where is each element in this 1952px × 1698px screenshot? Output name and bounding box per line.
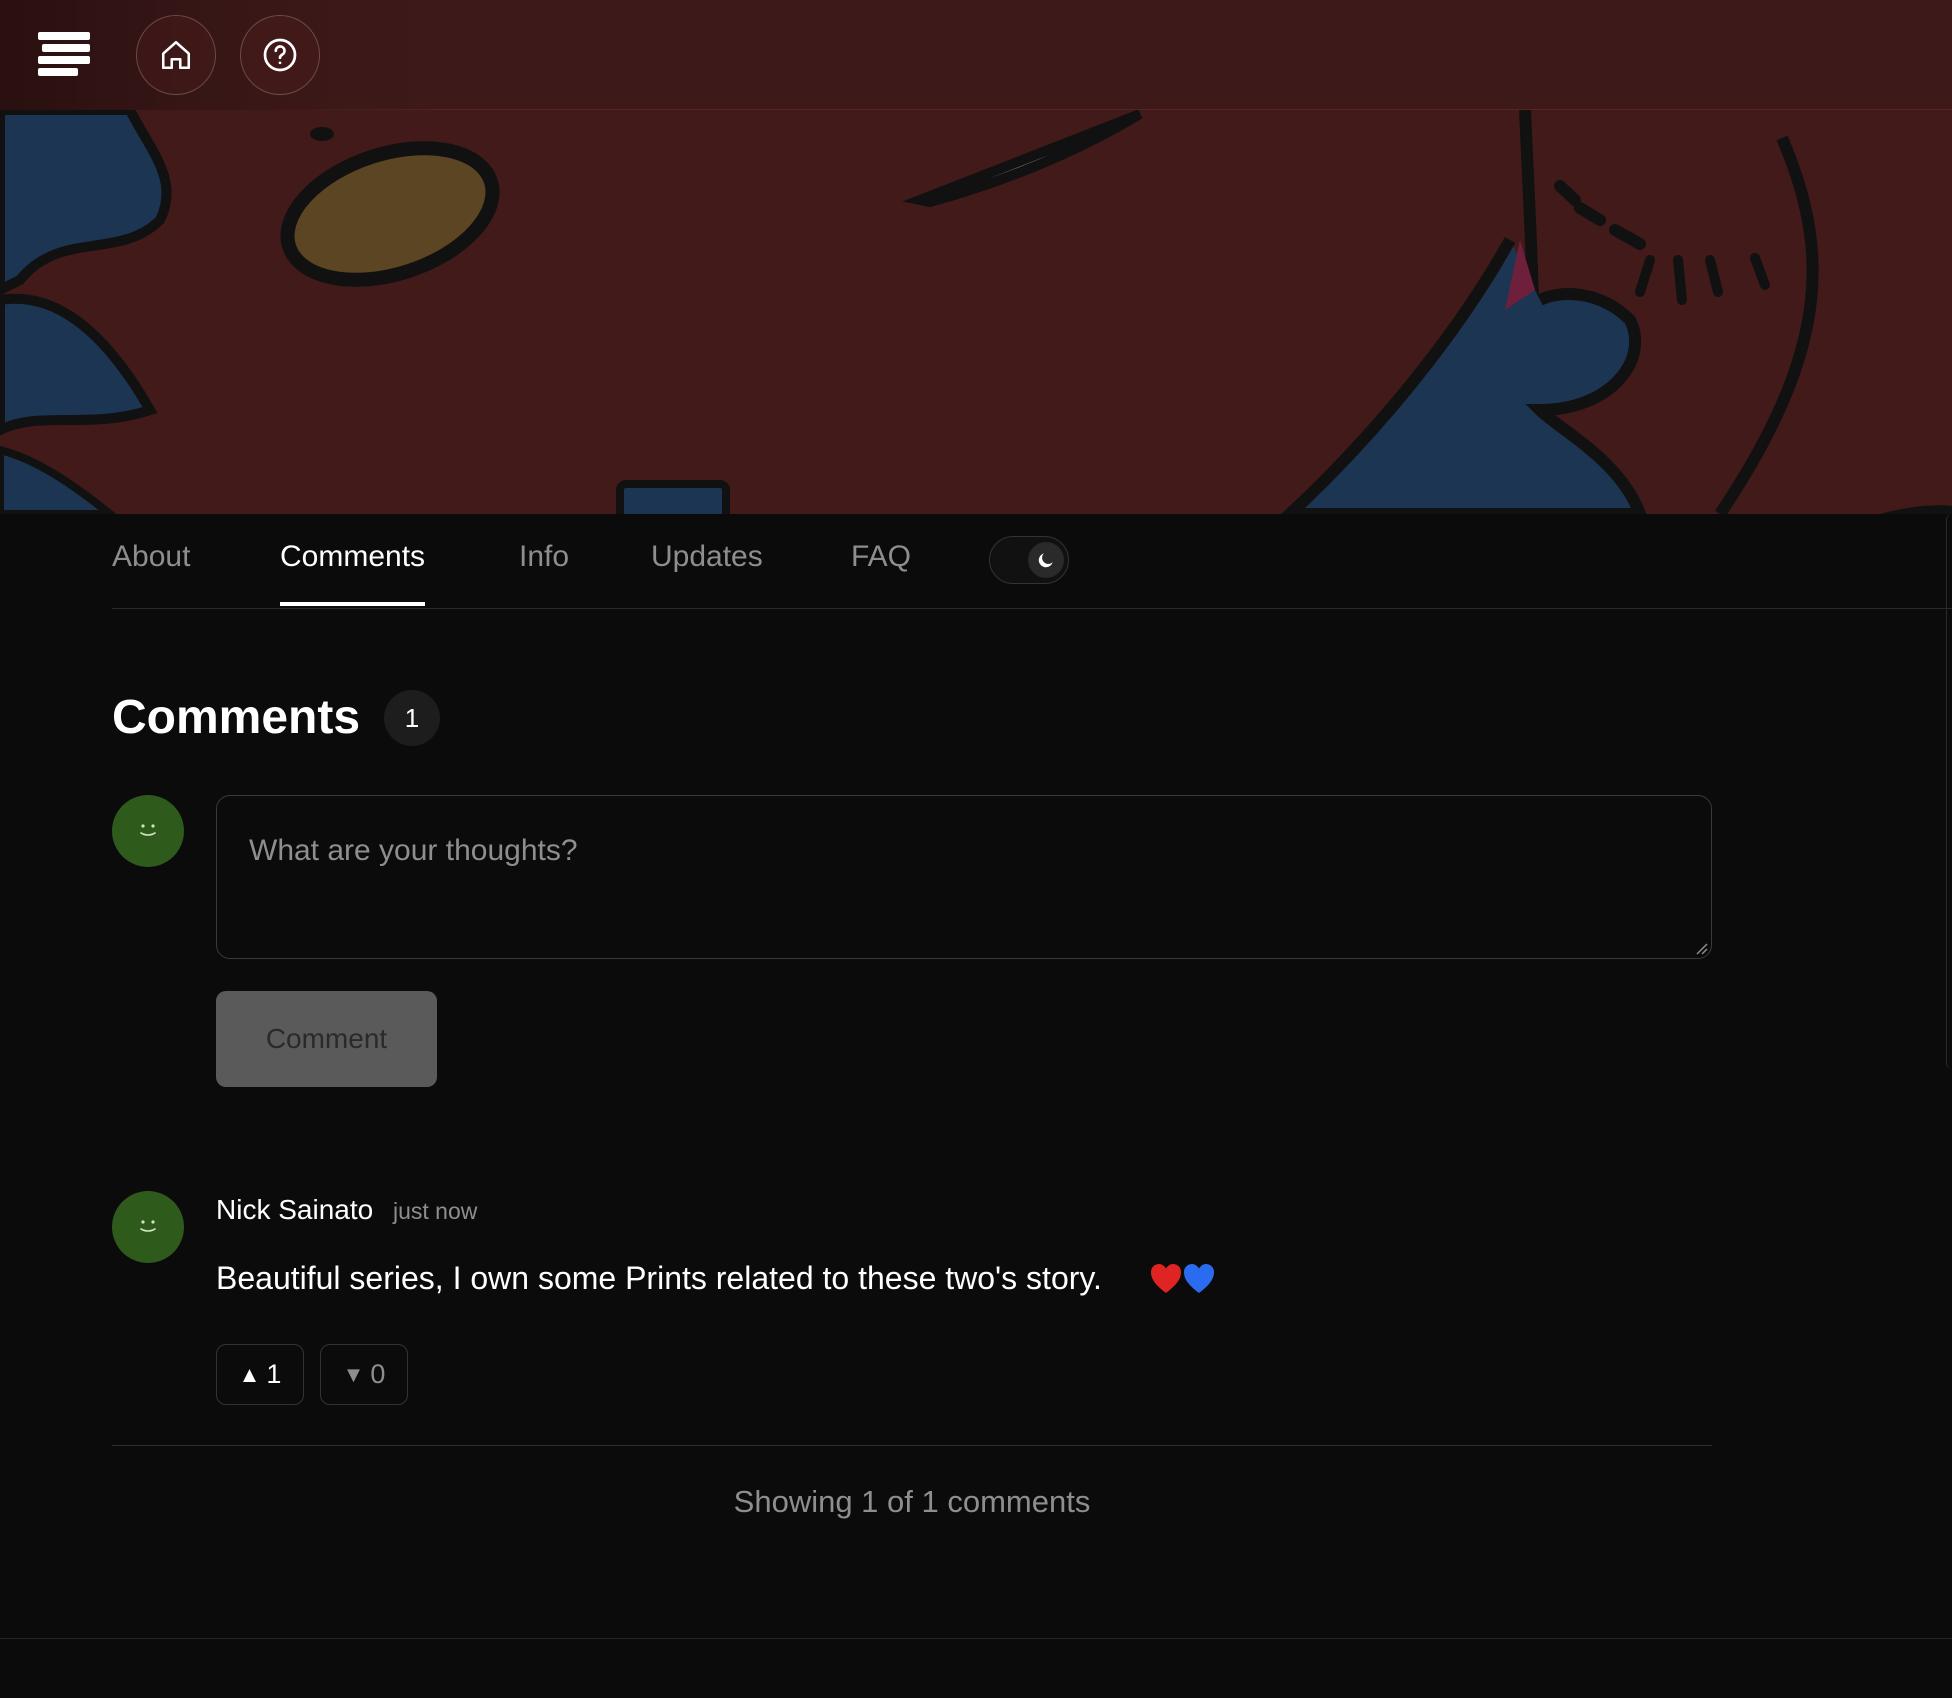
- toggle-knob: [1028, 542, 1064, 578]
- top-bar: [0, 0, 1952, 110]
- banner-illustration: [0, 110, 1952, 514]
- heart-emojis: [1151, 1264, 1214, 1293]
- tab-info[interactable]: Info: [519, 540, 569, 602]
- home-button[interactable]: [136, 15, 216, 95]
- comment-timestamp: just now: [393, 1198, 478, 1224]
- downvote-count: 0: [370, 1359, 386, 1389]
- upvote-arrow-icon: ▲: [238, 1361, 261, 1387]
- tab-bar: About Comments Info Updates FAQ: [112, 514, 1952, 609]
- banner-artwork: [0, 110, 1952, 514]
- red-heart-icon: [1151, 1264, 1181, 1293]
- downvote-button[interactable]: ▼ 0: [320, 1344, 408, 1405]
- stack-logo-icon[interactable]: [38, 32, 90, 78]
- comment-author[interactable]: Nick Sainato: [216, 1194, 373, 1226]
- footer-divider: [0, 1638, 1952, 1639]
- avatar: [112, 795, 184, 867]
- moon-icon: [1038, 553, 1053, 568]
- home-icon: [161, 40, 191, 70]
- comments-divider: [112, 1445, 1712, 1446]
- tab-comments[interactable]: Comments: [280, 540, 426, 606]
- comments-count-badge: 1: [384, 690, 440, 746]
- resize-handle-icon[interactable]: [1694, 941, 1708, 955]
- side-panel-edge: [1946, 514, 1952, 1069]
- comment-body: Beautiful series, I own some Prints rela…: [216, 1260, 1102, 1296]
- smiley-avatar-icon: [140, 1220, 156, 1232]
- comments-title: Comments: [112, 691, 361, 744]
- tab-faq[interactable]: FAQ: [851, 540, 911, 602]
- blue-heart-icon: [1184, 1264, 1214, 1293]
- comment-submit-button[interactable]: Comment: [216, 991, 437, 1087]
- comment-input[interactable]: [216, 795, 1712, 959]
- upvote-button[interactable]: ▲ 1: [216, 1344, 304, 1405]
- upvote-count: 1: [266, 1359, 282, 1389]
- commenter-avatar: [112, 1191, 184, 1263]
- comments-pagination-status: Showing 1 of 1 comments: [733, 1484, 1091, 1519]
- downvote-arrow-icon: ▼: [342, 1361, 365, 1387]
- tab-updates[interactable]: Updates: [651, 540, 763, 602]
- help-button[interactable]: [240, 15, 320, 95]
- tab-about[interactable]: About: [112, 540, 190, 602]
- theme-toggle[interactable]: [989, 536, 1069, 584]
- smiley-avatar-icon: [140, 824, 156, 836]
- help-icon: [263, 38, 297, 72]
